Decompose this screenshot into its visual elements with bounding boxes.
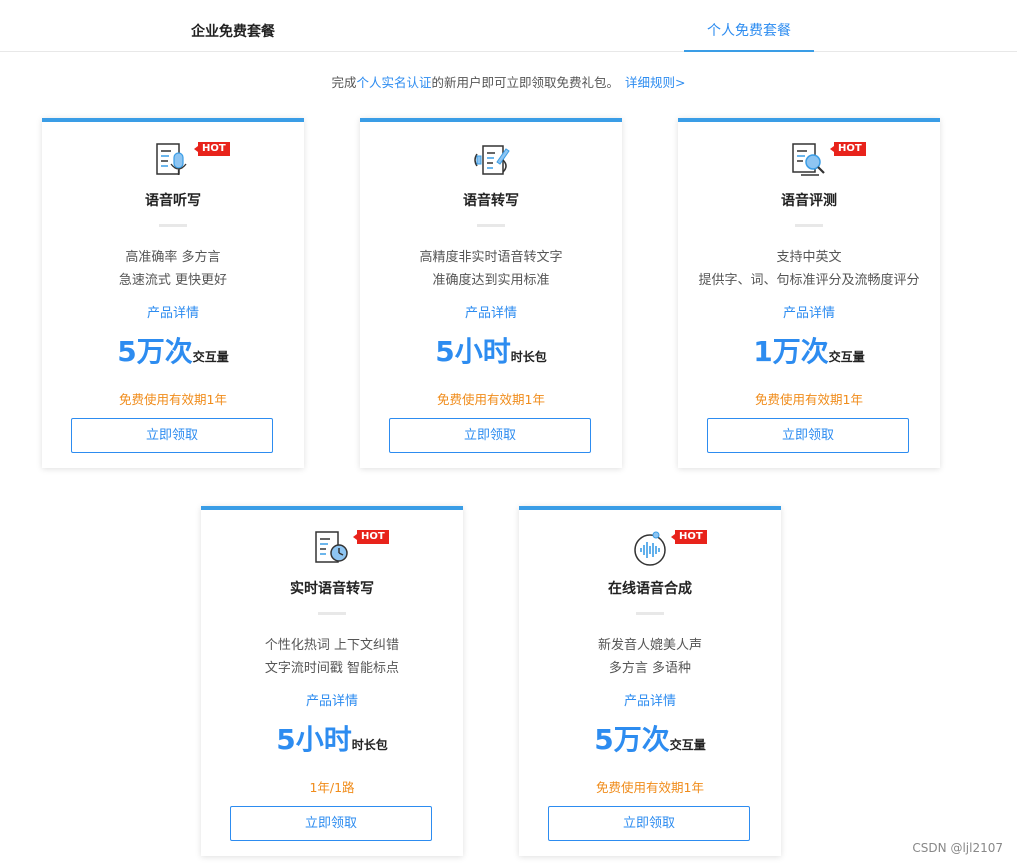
claim-now-button[interactable]: 立即领取: [548, 806, 750, 841]
description-line: 新发音人媲美人声: [597, 638, 702, 653]
quota-unit: 时长包: [351, 738, 388, 752]
card-description: 新发音人媲美人声 多方言 多语种: [519, 634, 781, 680]
tab-personal-free-plan[interactable]: 个人免费套餐: [684, 0, 814, 52]
description-line: 文字流时间戳 智能标点: [264, 661, 400, 676]
description-line: 提供字、词、句标准评分及流畅度评分: [698, 273, 920, 288]
hot-badge: HOT: [194, 142, 230, 156]
quota-amount: 5小时: [276, 723, 352, 756]
product-detail-link[interactable]: 产品详情: [201, 690, 463, 709]
free-quota: 5万次交互量: [519, 718, 781, 758]
quota-unit: 交互量: [669, 738, 706, 752]
card-title: 语音转写: [463, 193, 519, 209]
tab-enterprise-free-plan[interactable]: 企业免费套餐: [168, 0, 298, 52]
claim-now-button[interactable]: 立即领取: [71, 418, 273, 453]
product-card-online-tts: HOT 在线语音合成 新发音人媲美人声 多方言 多语种 产品详情 5万次交互量 …: [519, 506, 781, 856]
product-card-voice-evaluation: HOT 语音评测 支持中英文 提供字、词、句标准评分及流畅度评分 产品详情 1万…: [678, 118, 940, 468]
free-quota: 1万次交互量: [678, 330, 940, 370]
quota-amount: 5万次: [117, 335, 193, 368]
product-detail-link[interactable]: 产品详情: [519, 690, 781, 709]
validity-text: 免费使用有效期1年: [437, 392, 545, 407]
title-divider: [318, 612, 346, 615]
quota-amount: 5小时: [435, 335, 511, 368]
description-line: 高准确率 多方言: [125, 250, 221, 265]
free-quota: 5小时时长包: [360, 330, 622, 370]
claim-now-button[interactable]: 立即领取: [707, 418, 909, 453]
validity-text: 1年/1路: [309, 780, 355, 795]
validity-text: 免费使用有效期1年: [755, 392, 863, 407]
card-description: 高精度非实时语音转文字 准确度达到实用标准: [360, 246, 622, 292]
detailed-rules-link[interactable]: 详细规则>: [625, 75, 685, 90]
card-description: 个性化热词 上下文纠错 文字流时间戳 智能标点: [201, 634, 463, 680]
quota-unit: 时长包: [510, 350, 547, 364]
title-divider: [795, 224, 823, 227]
description-line: 个性化热词 上下文纠错: [264, 638, 400, 653]
quota-unit: 交互量: [192, 350, 229, 364]
hot-badge: HOT: [671, 530, 707, 544]
description-line: 急速流式 更快更好: [118, 273, 228, 288]
notice-highlight: 个人实名认证: [356, 75, 432, 90]
document-magnifier-icon: [789, 140, 829, 180]
microphone-document-icon: [153, 140, 193, 180]
hot-badge: HOT: [830, 142, 866, 156]
title-divider: [636, 612, 664, 615]
free-quota: 5万次交互量: [42, 330, 304, 370]
description-line: 支持中英文: [776, 250, 842, 265]
card-title: 在线语音合成: [608, 581, 692, 597]
notice-suffix: 的新用户即可立即领取免费礼包。: [431, 75, 620, 90]
description-line: 多方言 多语种: [608, 661, 692, 676]
product-card-realtime-transcription: HOT 实时语音转写 个性化热词 上下文纠错 文字流时间戳 智能标点 产品详情 …: [201, 506, 463, 856]
quota-unit: 交互量: [828, 350, 865, 364]
product-detail-link[interactable]: 产品详情: [360, 302, 622, 321]
validity-text: 免费使用有效期1年: [596, 780, 704, 795]
card-title: 实时语音转写: [290, 581, 374, 597]
claim-now-button[interactable]: 立即领取: [230, 806, 432, 841]
audio-to-text-icon: [471, 140, 511, 180]
card-description: 高准确率 多方言 急速流式 更快更好: [42, 246, 304, 292]
active-tab-underline: [684, 50, 814, 52]
sound-wave-circle-icon: [630, 528, 670, 568]
description-line: 高精度非实时语音转文字: [419, 250, 563, 265]
title-divider: [477, 224, 505, 227]
quota-amount: 5万次: [594, 723, 670, 756]
hot-badge: HOT: [353, 530, 389, 544]
product-card-voice-dictation: HOT 语音听写 高准确率 多方言 急速流式 更快更好 产品详情 5万次交互量 …: [42, 118, 304, 468]
card-description: 支持中英文 提供字、词、句标准评分及流畅度评分: [678, 246, 940, 292]
title-divider: [159, 224, 187, 227]
validity-text: 免费使用有效期1年: [119, 392, 227, 407]
free-quota: 5小时时长包: [201, 718, 463, 758]
document-clock-icon: [312, 528, 352, 568]
description-line: 准确度达到实用标准: [432, 273, 550, 288]
watermark: CSDN @ljl2107: [912, 841, 1003, 855]
product-card-voice-transcription: 语音转写 高精度非实时语音转文字 准确度达到实用标准 产品详情 5小时时长包 免…: [360, 118, 622, 468]
tab-bar: 企业免费套餐 个人免费套餐: [0, 0, 1017, 52]
card-title: 语音听写: [145, 193, 201, 209]
product-detail-link[interactable]: 产品详情: [678, 302, 940, 321]
claim-now-button[interactable]: 立即领取: [389, 418, 591, 453]
tab-personal-label: 个人免费套餐: [707, 23, 791, 39]
quota-amount: 1万次: [753, 335, 829, 368]
notice-prefix: 完成: [331, 75, 357, 90]
notice-text: 完成个人实名认证的新用户即可立即领取免费礼包。 详细规则>: [0, 72, 1017, 91]
product-detail-link[interactable]: 产品详情: [42, 302, 304, 321]
card-title: 语音评测: [781, 193, 837, 209]
